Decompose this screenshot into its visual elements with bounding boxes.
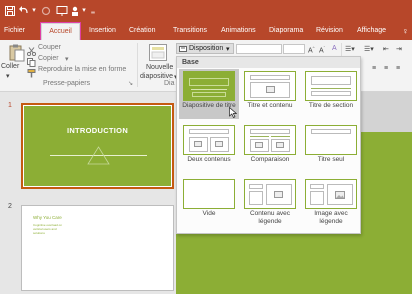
tab-insertion[interactable]: Insertion <box>89 22 116 40</box>
grow-font-icon[interactable]: A^ <box>308 45 315 54</box>
ribbon-tabs: Fichier Accueil Insertion Création Trans… <box>0 22 412 41</box>
slide-2-body: Cognitive overload on vertical users and… <box>33 223 62 235</box>
layout-preview <box>183 71 235 101</box>
slide-1-triangle-icon <box>87 146 110 165</box>
layout-title-slide[interactable]: Diapositive de titre <box>179 69 239 119</box>
slide-thumbnail-1-background: INTRODUCTION <box>24 106 171 186</box>
layout-preview <box>244 179 296 209</box>
layout-label: Titre et contenu <box>247 102 293 109</box>
cut-icon[interactable] <box>26 43 37 57</box>
layout-label: Deux contenus <box>187 156 231 163</box>
redo-icon[interactable] <box>40 3 52 19</box>
layout-label: Image avec légende <box>301 210 361 226</box>
numbering-icon[interactable]: ☰▾ <box>364 45 374 53</box>
layout-preview <box>305 179 357 209</box>
layout-label-line: Image avec <box>314 210 348 217</box>
layout-blank[interactable]: Vide <box>179 177 239 227</box>
slide-number: 2 <box>8 203 12 210</box>
font-name-input[interactable] <box>236 44 282 54</box>
tab-accueil[interactable]: Accueil <box>40 22 81 41</box>
copy-dropdown-icon[interactable]: ▾ <box>65 55 69 63</box>
layout-button[interactable]: Disposition ▾ <box>176 43 234 54</box>
layout-two-content[interactable]: Deux contenus <box>179 123 239 173</box>
save-icon[interactable] <box>5 3 15 19</box>
new-slide-label-line1[interactable]: Nouvelle <box>146 64 173 71</box>
slide-thumbnail-1[interactable]: INTRODUCTION <box>21 103 174 189</box>
layout-comparison[interactable]: Comparaison <box>240 123 300 173</box>
format-painter-icon[interactable] <box>27 65 36 78</box>
layout-label-line: légende <box>258 218 282 225</box>
clear-formatting-icon[interactable]: A <box>332 45 337 52</box>
layout-icon <box>179 46 187 52</box>
group-separator <box>137 43 138 87</box>
layout-label: Comparaison <box>250 156 290 163</box>
layout-dropdown-icon: ▾ <box>226 46 230 53</box>
paste-icon[interactable] <box>9 44 25 62</box>
layout-preview <box>244 71 296 101</box>
paste-label[interactable]: Coller <box>1 63 19 70</box>
clipboard-launcher-icon[interactable]: ↘ <box>128 80 133 87</box>
qat-dropdown-icon[interactable]: ▾ <box>81 3 87 19</box>
decrease-indent-icon[interactable]: ⇤ <box>383 45 389 53</box>
layout-label: Titre de section <box>308 102 354 109</box>
format-painter-button[interactable]: Reproduire la mise en forme <box>38 66 126 73</box>
slide-number: 1 <box>8 102 12 109</box>
layout-preview <box>183 125 235 155</box>
layout-preview <box>305 71 357 101</box>
layout-label-line: Contenu avec <box>249 210 291 217</box>
layout-preview <box>244 125 296 155</box>
layout-label: Contenu avec légende <box>240 210 300 226</box>
increase-indent-icon[interactable]: ⇥ <box>396 45 402 53</box>
tab-affichage[interactable]: Affichage <box>357 22 386 40</box>
layout-section-header[interactable]: Titre de section <box>301 69 361 119</box>
copy-icon[interactable] <box>27 54 36 67</box>
layout-label: Disposition <box>189 45 224 52</box>
presenter-icon[interactable] <box>70 3 80 19</box>
layout-label-line: légende <box>319 218 343 225</box>
slide-2-title: Why You Care <box>33 215 62 220</box>
new-slide-label-line2[interactable]: diapositive <box>140 73 173 80</box>
slide-2-body-line: solutions <box>33 231 45 235</box>
layout-preview <box>183 179 235 209</box>
undo-icon[interactable] <box>18 3 30 19</box>
layout-gallery-header: Base <box>177 57 360 68</box>
tab-diaporama[interactable]: Diaporama <box>269 22 303 40</box>
undo-dropdown-icon[interactable]: ▾ <box>31 3 37 19</box>
slides-group-label: Dia <box>164 80 175 87</box>
bullets-icon[interactable]: ☰▾ <box>345 45 355 53</box>
picture-placeholder-icon <box>335 191 345 199</box>
layout-picture-with-caption[interactable]: Image avec légende <box>301 177 361 227</box>
layout-preview <box>305 125 357 155</box>
tab-animations[interactable]: Animations <box>221 22 256 40</box>
font-size-input[interactable] <box>283 44 305 54</box>
justify-icon[interactable]: ≡ <box>384 65 388 72</box>
layout-gallery: Base Diapositive de titre Titre et conte… <box>176 56 361 234</box>
paste-dropdown-icon[interactable]: ▾ <box>6 72 10 80</box>
layout-label: Vide <box>202 210 216 217</box>
slide-1-title: INTRODUCTION <box>66 126 129 135</box>
layout-content-with-caption[interactable]: Contenu avec légende <box>240 177 300 227</box>
cut-button[interactable]: Couper <box>38 44 61 51</box>
align-right-icon[interactable]: ≡ <box>372 65 376 72</box>
clipboard-group-label: Presse-papiers <box>43 80 91 87</box>
copy-button[interactable]: Copier <box>38 55 59 62</box>
tab-creation[interactable]: Création <box>129 22 155 40</box>
new-slide-icon[interactable] <box>149 44 167 61</box>
mouse-cursor-icon <box>229 107 237 118</box>
tab-transitions[interactable]: Transitions <box>173 22 207 40</box>
tab-revision[interactable]: Révision <box>316 22 343 40</box>
customize-qat-icon[interactable]: ₌ <box>89 3 97 19</box>
layout-title-only[interactable]: Titre seul <box>301 123 361 173</box>
start-from-beginning-icon[interactable] <box>56 3 68 19</box>
tab-fichier[interactable]: Fichier <box>4 22 25 40</box>
slide-thumbnails-pane[interactable]: 1 INTRODUCTION 2 Why You Care Cognitive … <box>0 92 176 294</box>
layout-title-and-content[interactable]: Titre et contenu <box>240 69 300 119</box>
shrink-font-icon[interactable]: Aˇ <box>319 45 325 54</box>
title-bar: ▾ ▾ ₌ <box>0 0 412 22</box>
layout-label: Titre seul <box>317 156 345 163</box>
columns-icon[interactable]: ≡ <box>396 65 400 72</box>
tell-me-icon[interactable]: ♀ <box>402 22 409 40</box>
slide-thumbnail-2[interactable]: Why You Care Cognitive overload on verti… <box>21 205 174 291</box>
